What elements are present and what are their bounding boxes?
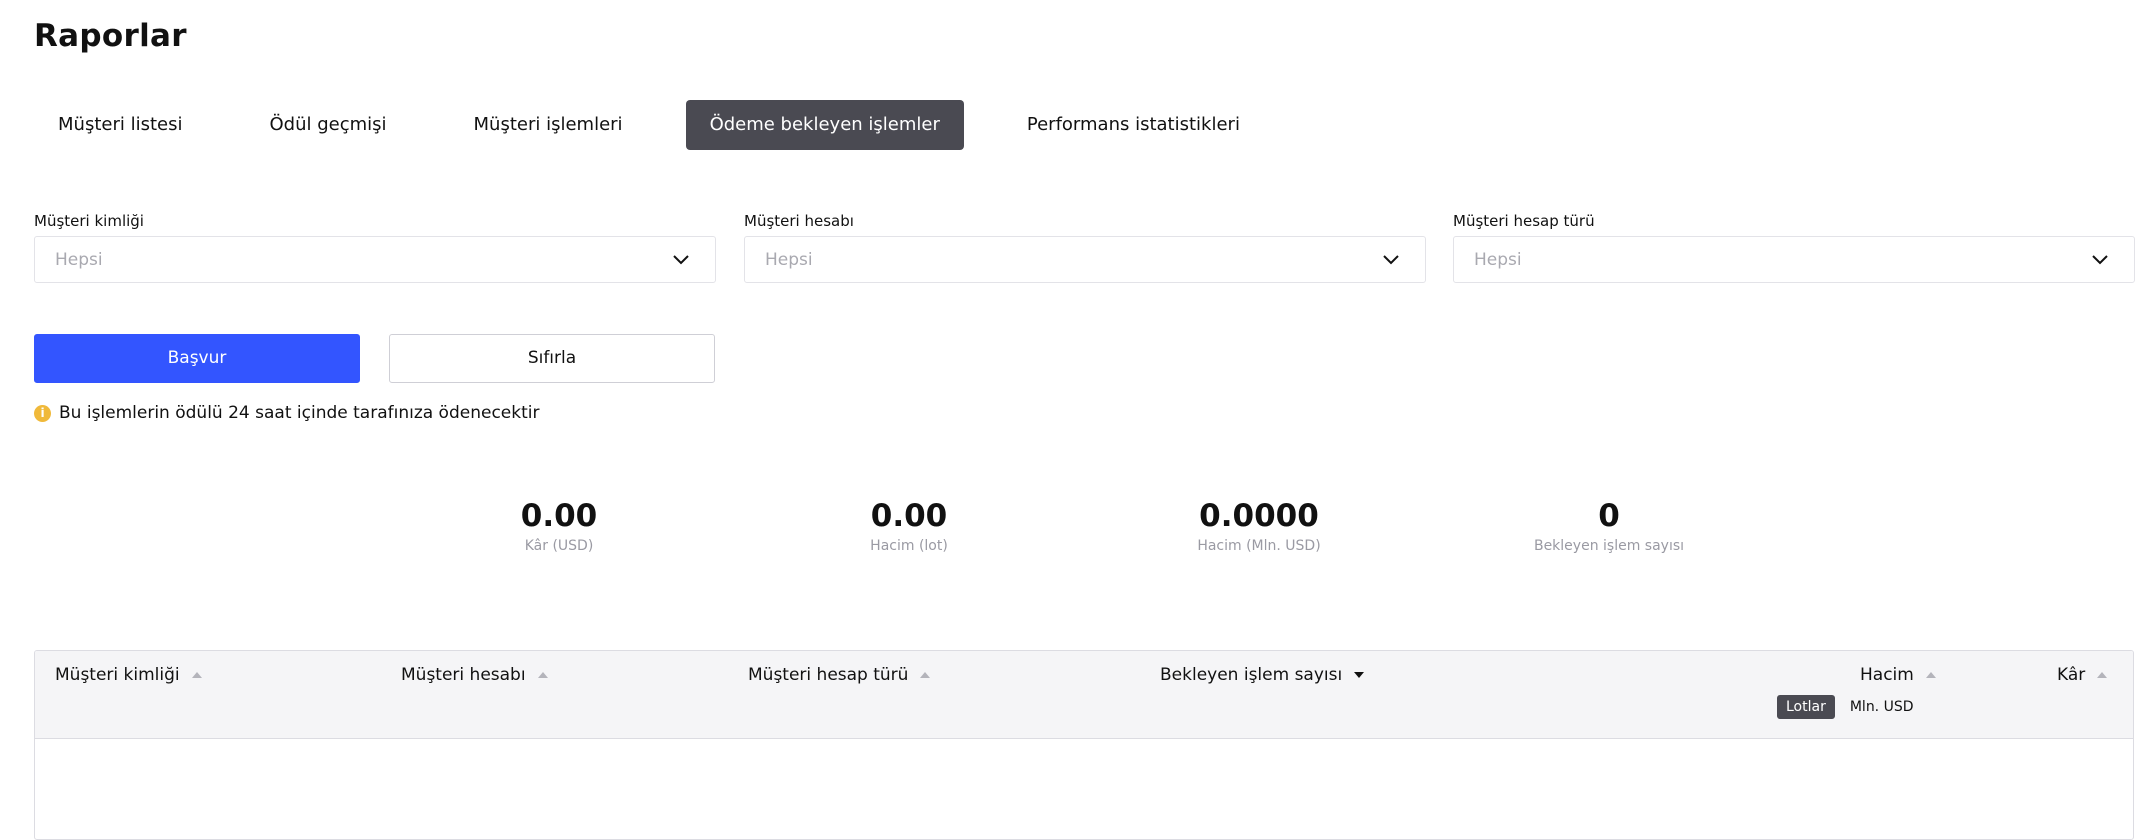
chevron-down-icon xyxy=(1383,255,1399,265)
volume-unit-toggle: Lotlar Mln. USD xyxy=(1777,695,1923,719)
tab-performance-statistics[interactable]: Performans istatistikleri xyxy=(1003,100,1264,150)
chevron-down-icon xyxy=(2092,255,2108,265)
filter-customer-account: Müşteri hesabı Hepsi xyxy=(744,211,1426,283)
stat-pending-count: 0 Bekleyen işlem sayısı xyxy=(1459,496,1759,556)
column-profit[interactable]: Kâr xyxy=(2057,663,2108,687)
payout-notice: i Bu işlemlerin ödülü 24 saat içinde tar… xyxy=(34,401,539,425)
column-pending-count[interactable]: Bekleyen işlem sayısı xyxy=(1160,663,1365,687)
tab-customer-list[interactable]: Müşteri listesi xyxy=(34,100,206,150)
filter-customer-account-type: Müşteri hesap türü Hepsi xyxy=(1453,211,2135,283)
stat-label: Bekleyen işlem sayısı xyxy=(1533,538,1685,554)
filter-label: Müşteri hesabı xyxy=(744,212,854,230)
tab-pending-payment-transactions[interactable]: Ödeme bekleyen işlemler xyxy=(685,100,964,150)
filter-label: Müşteri hesap türü xyxy=(1453,212,1595,230)
stat-volume-lot: 0.00 Hacim (lot) xyxy=(759,496,1059,556)
table-header: Müşteri kimliği Müşteri hesabı Müşteri h… xyxy=(35,651,2133,739)
stat-value: 0 xyxy=(1598,498,1620,534)
filter-label: Müşteri kimliği xyxy=(34,212,144,230)
column-label: Bekleyen işlem sayısı xyxy=(1160,665,1343,685)
stat-volume-mln-usd: 0.0000 Hacim (Mln. USD) xyxy=(1109,496,1409,556)
column-label: Müşteri hesap türü xyxy=(748,665,909,685)
stat-profit: 0.00 Kâr (USD) xyxy=(409,496,709,556)
tab-reward-history[interactable]: Ödül geçmişi xyxy=(245,100,410,150)
stat-value: 0.0000 xyxy=(1199,498,1319,534)
apply-button[interactable]: Başvur xyxy=(34,334,360,383)
sort-desc-icon xyxy=(1354,672,1365,678)
info-icon: i xyxy=(34,404,51,422)
reset-button[interactable]: Sıfırla xyxy=(389,334,715,383)
pending-transactions-table: Müşteri kimliği Müşteri hesabı Müşteri h… xyxy=(34,650,2134,840)
stat-value: 0.00 xyxy=(870,498,948,534)
sort-asc-icon xyxy=(537,672,548,678)
customer-id-select[interactable]: Hepsi xyxy=(34,236,716,283)
sort-asc-icon xyxy=(920,672,931,678)
column-customer-account[interactable]: Müşteri hesabı xyxy=(401,663,548,687)
column-label: Müşteri kimliği xyxy=(55,665,180,685)
column-label: Hacim xyxy=(1860,665,1914,685)
unit-mln-usd-button[interactable]: Mln. USD xyxy=(1841,695,1923,719)
sort-asc-icon xyxy=(2097,672,2108,678)
column-volume[interactable]: Hacim xyxy=(1860,663,1936,687)
customer-account-select[interactable]: Hepsi xyxy=(744,236,1426,283)
sort-asc-icon xyxy=(1925,672,1936,678)
column-label: Kâr xyxy=(2057,665,2086,685)
report-tabs: Müşteri listesi Ödül geçmişi Müşteri işl… xyxy=(34,100,1264,150)
column-customer-id[interactable]: Müşteri kimliği xyxy=(55,663,202,687)
unit-lots-button[interactable]: Lotlar xyxy=(1777,695,1835,719)
select-value: Hepsi xyxy=(765,250,813,270)
customer-account-type-select[interactable]: Hepsi xyxy=(1453,236,2135,283)
notice-text: Bu işlemlerin ödülü 24 saat içinde taraf… xyxy=(59,403,540,423)
column-label: Müşteri hesabı xyxy=(401,665,526,685)
select-value: Hepsi xyxy=(55,250,103,270)
filter-customer-id: Müşteri kimliği Hepsi xyxy=(34,211,716,283)
stat-value: 0.00 xyxy=(520,498,598,534)
stat-label: Hacim (Mln. USD) xyxy=(1197,538,1321,554)
column-customer-account-type[interactable]: Müşteri hesap türü xyxy=(748,663,931,687)
stat-label: Hacim (lot) xyxy=(870,538,948,554)
stat-label: Kâr (USD) xyxy=(524,538,594,554)
page-title: Raporlar xyxy=(34,18,187,54)
table-body xyxy=(35,739,2133,839)
chevron-down-icon xyxy=(673,255,689,265)
sort-asc-icon xyxy=(191,672,202,678)
select-value: Hepsi xyxy=(1474,250,1522,270)
tab-customer-transactions[interactable]: Müşteri işlemleri xyxy=(450,100,647,150)
